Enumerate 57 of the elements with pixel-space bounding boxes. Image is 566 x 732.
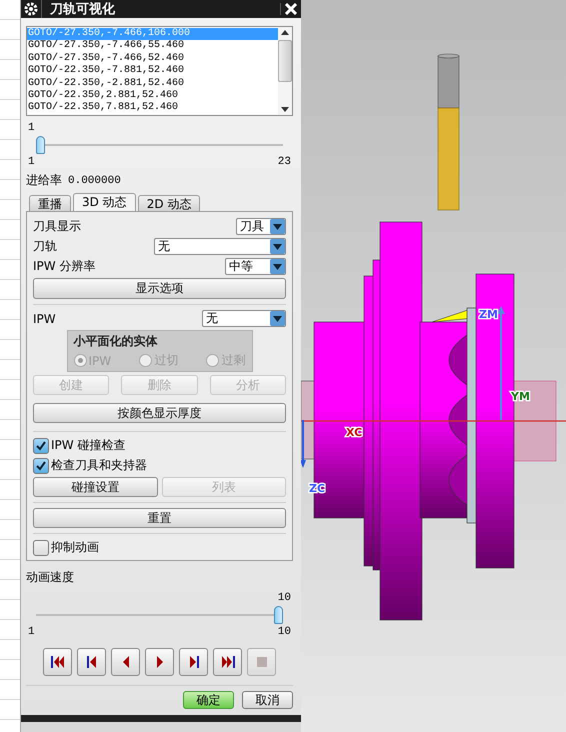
step-slider[interactable] [36, 136, 283, 154]
list-item[interactable]: GOTO/-22.350,2.881,52.460 [27, 90, 278, 102]
list-item[interactable]: GOTO/-27.350,-7.466,55.460 [27, 40, 278, 53]
animation-speed-label: 动画速度 [26, 569, 75, 586]
speed-slider[interactable] [36, 606, 283, 624]
scroll-up-icon[interactable] [281, 30, 289, 35]
axis-label: ZM [479, 308, 498, 321]
scroll-down-icon[interactable] [281, 107, 289, 112]
back-button[interactable] [111, 648, 140, 676]
field-label: 刀具显示 [33, 218, 81, 235]
scrollbar[interactable] [278, 27, 292, 115]
slider-max-label: 10 [278, 626, 291, 638]
field-label: IPW [33, 312, 56, 326]
field-label: IPW 分辨率 [33, 258, 96, 275]
group-title: 小平面化的实体 [74, 333, 158, 350]
axis-label: XC [346, 426, 362, 439]
window-title: 刀轨可视化 [41, 0, 280, 18]
field-label: 刀轨 [33, 238, 57, 255]
dropdown[interactable]: 无 [154, 238, 286, 255]
slider-min-label: 1 [28, 626, 35, 638]
last-icon [220, 654, 236, 670]
dropdown[interactable]: 无 [202, 310, 286, 327]
feed-rate-label: 进给率 [26, 172, 62, 189]
dropdown[interactable]: 中等 [225, 258, 286, 275]
list-item[interactable]: GOTO/-22.350,-2.881,52.460 [27, 78, 278, 90]
close-icon[interactable] [285, 3, 297, 15]
slider-value: 1 [28, 122, 35, 134]
display-options-button[interactable]: 显示选项 [33, 278, 286, 299]
slider-thumb[interactable] [36, 136, 45, 154]
feed-rate-value: 0.000000 [68, 174, 121, 186]
slider-max-label: 23 [278, 156, 291, 168]
first-button[interactable] [43, 648, 72, 676]
dropdown[interactable]: 刀具 [236, 218, 286, 235]
play-button[interactable] [145, 648, 174, 676]
last-button[interactable] [213, 648, 242, 676]
list-item[interactable]: GOTO/-27.350,-7.466,52.460 [27, 52, 278, 66]
reset-button[interactable]: 重置 [33, 508, 286, 528]
step-forward-button[interactable] [179, 648, 208, 676]
dialog-button[interactable]: 取消 [242, 691, 293, 709]
slider-min-label: 1 [28, 156, 35, 168]
list-item[interactable]: GOTO/-22.350,7.881,52.460 [27, 102, 278, 115]
tab[interactable]: 重播 [29, 195, 71, 211]
checkbox[interactable]: 检查刀具和夹持器 [33, 457, 286, 474]
tab[interactable]: 3D 动态 [73, 193, 136, 211]
list-item[interactable]: GOTO/-22.350,-7.881,52.460 [27, 65, 278, 78]
settings-icon[interactable] [24, 2, 38, 16]
thickness-color-button[interactable]: 按颜色显示厚度 [33, 403, 286, 423]
dialog-button[interactable]: 确定 [183, 691, 234, 709]
tab[interactable]: 2D 动态 [138, 195, 200, 211]
slider-value: 10 [278, 592, 291, 604]
collision-button[interactable]: 碰撞设置 [33, 477, 158, 497]
checkbox[interactable]: IPW 碰撞检查 [33, 437, 286, 454]
path-list[interactable]: GOTO/-27.350,-7.466,106.000 GOTO/-27.350,-7.466,55.460 GOTO/-27.350,-7.466,52.460 GOTO/-22.350,-7.881,52.460 GOTO/-22.350,-2.881,52.460 GOTO/-22.350,2.881,52.460 GOTO/-22.350,7.881,52.460 [26, 26, 293, 116]
first-icon [50, 654, 66, 670]
checkbox[interactable]: 抑制动画 [33, 539, 286, 556]
step-back-button[interactable] [77, 648, 106, 676]
slider-thumb[interactable] [274, 606, 283, 624]
